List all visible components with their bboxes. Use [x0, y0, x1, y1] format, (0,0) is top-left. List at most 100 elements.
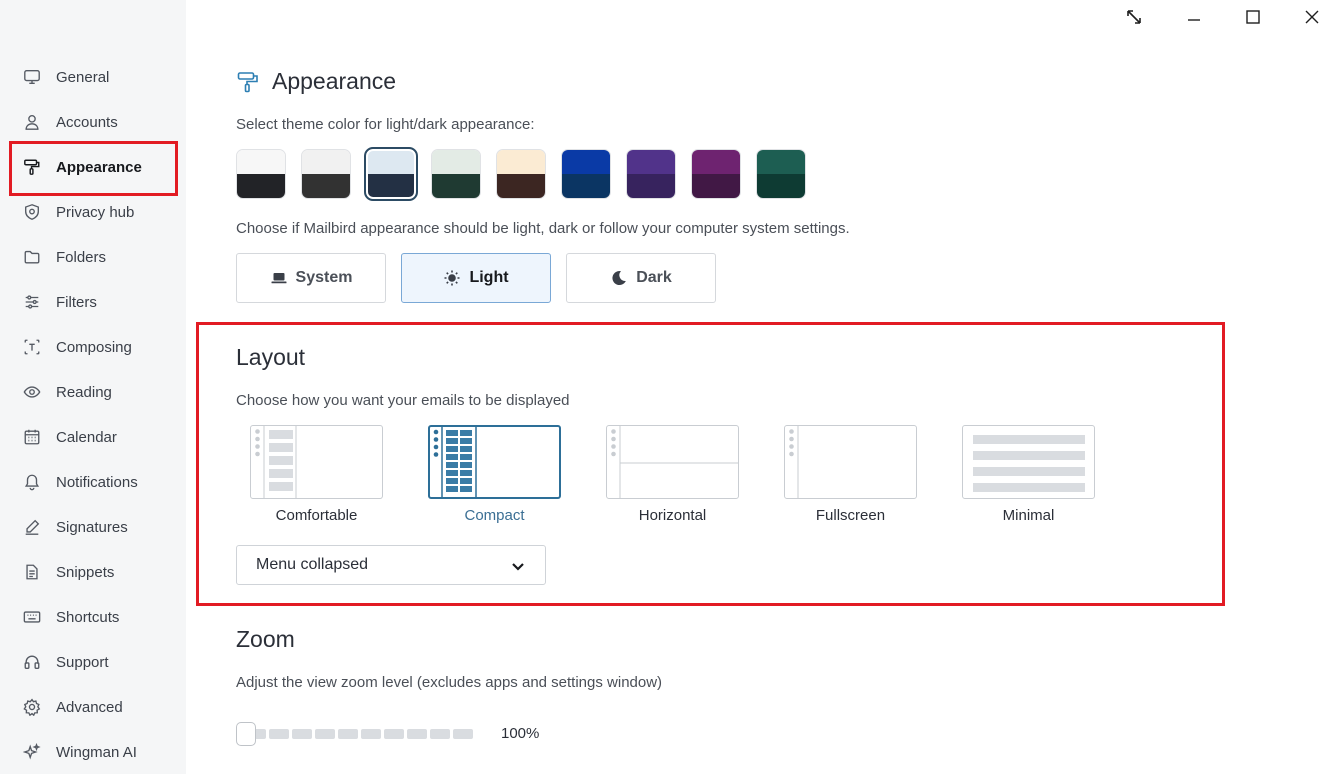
folder-icon — [22, 247, 42, 267]
chevron-down-icon — [509, 557, 527, 575]
theme-swatch[interactable] — [626, 149, 676, 199]
layout-heading: Layout — [236, 344, 306, 370]
theme-swatch-selected[interactable] — [364, 147, 418, 201]
sidebar-item-label: Privacy hub — [56, 203, 135, 221]
monitor-icon — [22, 67, 42, 87]
theme-description: Select theme color for light/dark appear… — [236, 116, 535, 133]
sidebar-item-label: Accounts — [56, 113, 118, 131]
sidebar-item-notifications[interactable]: Notifications — [12, 462, 176, 502]
theme-swatch[interactable] — [561, 149, 611, 199]
sidebar-item-general[interactable]: General — [12, 57, 176, 97]
theme-swatches — [236, 147, 806, 201]
mode-description: Choose if Mailbird appearance should be … — [236, 220, 850, 237]
sliders-icon — [22, 292, 42, 312]
dark-mode-button[interactable]: Dark — [566, 253, 716, 303]
sidebar-item-support[interactable]: Support — [12, 642, 176, 682]
laptop-icon — [270, 269, 288, 287]
menu-mode-dropdown[interactable]: Menu collapsed — [236, 545, 546, 585]
theme-swatch[interactable] — [691, 149, 741, 199]
layout-compact-thumbnail — [428, 425, 561, 499]
layout-option-minimal[interactable]: Minimal — [962, 425, 1095, 524]
appearance-heading: Appearance — [236, 68, 396, 95]
zoom-slider-track — [246, 729, 473, 739]
sidebar-item-label: Calendar — [56, 428, 117, 446]
layout-options: Comfortable Compact Horizontal Fullscree… — [250, 425, 1095, 524]
sidebar-item-accounts[interactable]: Accounts — [12, 102, 176, 142]
settings-sidebar: General Accounts Appearance Privacy hub … — [0, 0, 186, 774]
sidebar-item-privacy-hub[interactable]: Privacy hub — [12, 192, 176, 232]
layout-minimal-thumbnail — [962, 425, 1095, 499]
moon-icon — [610, 269, 628, 287]
sun-icon — [443, 269, 461, 287]
paint-roller-icon — [236, 70, 260, 94]
sidebar-item-label: Snippets — [56, 563, 115, 581]
sidebar-item-label: Shortcuts — [56, 608, 120, 626]
light-mode-label: Light — [469, 269, 509, 286]
zoom-heading: Zoom — [236, 626, 295, 652]
layout-comfortable-label: Comfortable — [275, 507, 358, 524]
layout-horizontal-thumbnail — [606, 425, 739, 499]
zoom-value: 100% — [501, 725, 540, 742]
paint-roller-icon — [22, 157, 42, 177]
sidebar-item-advanced[interactable]: Advanced — [12, 687, 176, 727]
theme-swatch[interactable] — [496, 149, 546, 199]
theme-swatch[interactable] — [236, 149, 286, 199]
pen-icon — [22, 517, 42, 537]
sidebar-item-reading[interactable]: Reading — [12, 372, 176, 412]
layout-horizontal-label: Horizontal — [638, 507, 707, 524]
light-mode-button[interactable]: Light — [401, 253, 551, 303]
layout-description: Choose how you want your emails to be di… — [236, 392, 570, 409]
menu-mode-value: Menu collapsed — [256, 556, 369, 573]
sidebar-item-folders[interactable]: Folders — [12, 237, 176, 277]
layout-fullscreen-thumbnail — [784, 425, 917, 499]
settings-window: General Accounts Appearance Privacy hub … — [0, 0, 1326, 774]
zoom-slider-thumb[interactable] — [236, 722, 256, 746]
sidebar-item-label: Composing — [56, 338, 132, 356]
sidebar-item-appearance[interactable]: Appearance — [12, 147, 176, 187]
zoom-slider[interactable] — [236, 722, 486, 746]
layout-comfortable-thumbnail — [250, 425, 383, 499]
sidebar-item-label: Notifications — [56, 473, 138, 491]
theme-swatch[interactable] — [301, 149, 351, 199]
sidebar-item-label: Folders — [56, 248, 107, 266]
calendar-icon — [22, 427, 42, 447]
layout-option-fullscreen[interactable]: Fullscreen — [784, 425, 917, 524]
dark-mode-label: Dark — [636, 269, 672, 286]
sidebar-item-filters[interactable]: Filters — [12, 282, 176, 322]
settings-main: Appearance Select theme color for light/… — [186, 0, 1326, 774]
theme-swatch[interactable] — [756, 149, 806, 199]
sidebar-item-label: Signatures — [56, 518, 128, 536]
document-icon — [22, 562, 42, 582]
user-icon — [22, 112, 42, 132]
sidebar-item-label: Advanced — [56, 698, 123, 716]
shield-icon — [22, 202, 42, 222]
sidebar-item-label: Reading — [56, 383, 112, 401]
keyboard-icon — [22, 607, 42, 627]
system-mode-button[interactable]: System — [236, 253, 386, 303]
theme-swatch[interactable] — [431, 149, 481, 199]
sidebar-item-composing[interactable]: Composing — [12, 327, 176, 367]
sidebar-item-wingman-ai[interactable]: Wingman AI — [12, 732, 176, 772]
sidebar-item-label: General — [56, 68, 110, 86]
page-title: Appearance — [272, 68, 397, 94]
layout-option-horizontal[interactable]: Horizontal — [606, 425, 739, 524]
eye-icon — [22, 382, 42, 402]
sidebar-item-shortcuts[interactable]: Shortcuts — [12, 597, 176, 637]
sidebar-item-snippets[interactable]: Snippets — [12, 552, 176, 592]
zoom-description: Adjust the view zoom level (excludes app… — [236, 674, 663, 691]
layout-compact-label: Compact — [464, 507, 525, 524]
sidebar-item-label: Appearance — [56, 158, 142, 176]
appearance-mode-group: System Light Dark — [236, 253, 716, 303]
sparkle-icon — [22, 742, 42, 762]
layout-fullscreen-label: Fullscreen — [815, 507, 886, 524]
gear-icon — [22, 697, 42, 717]
sidebar-item-label: Wingman AI — [56, 743, 137, 761]
text-cursor-icon — [22, 337, 42, 357]
sidebar-item-label: Filters — [56, 293, 97, 311]
system-mode-label: System — [295, 269, 353, 286]
sidebar-item-calendar[interactable]: Calendar — [12, 417, 176, 457]
sidebar-item-label: Support — [56, 653, 109, 671]
sidebar-item-signatures[interactable]: Signatures — [12, 507, 176, 547]
layout-option-comfortable[interactable]: Comfortable — [250, 425, 383, 524]
layout-option-compact[interactable]: Compact — [428, 425, 561, 524]
